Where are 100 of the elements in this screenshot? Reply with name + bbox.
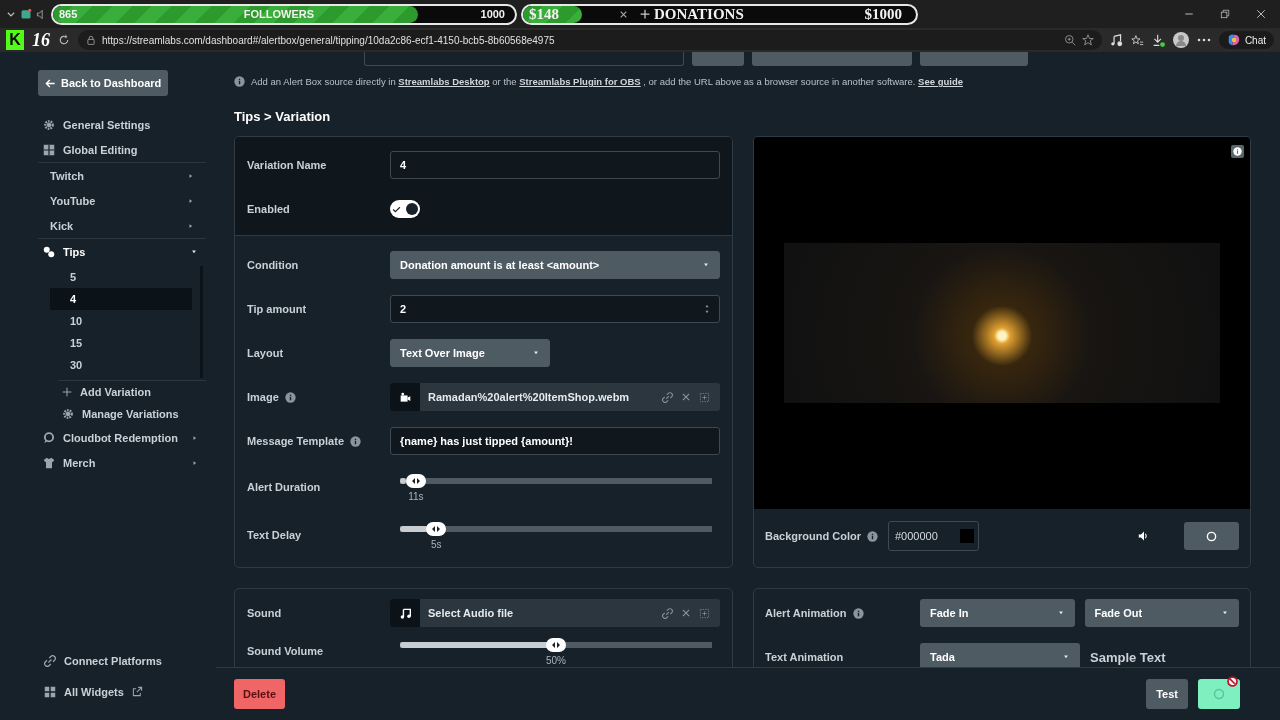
- color-field[interactable]: #000000: [887, 521, 979, 551]
- close-icon: [681, 392, 691, 402]
- chat-bubble-icon: [43, 431, 55, 444]
- circle-icon: [1206, 530, 1217, 542]
- sidebar-item[interactable]: YouTube: [38, 188, 198, 213]
- slider-handle[interactable]: [426, 522, 447, 536]
- chat-button[interactable]: Chat: [1218, 31, 1274, 49]
- text-link[interactable]: See guide: [918, 76, 963, 87]
- grid-select-icon: [699, 391, 710, 403]
- avatar-icon[interactable]: [1172, 32, 1189, 48]
- dropdown[interactable]: Donation amount is at least <amount>: [390, 251, 720, 279]
- url-field-edge[interactable]: [364, 52, 684, 66]
- field-label: Layout: [247, 347, 284, 359]
- field-label: Text Animation: [765, 651, 844, 663]
- close-icon: [681, 608, 691, 618]
- test-button[interactable]: Test: [1146, 679, 1188, 709]
- caret-down-icon: [190, 248, 198, 255]
- toggle-switch[interactable]: [390, 200, 420, 218]
- text-field[interactable]: {name} has just tipped {amount}!: [390, 427, 720, 455]
- coins-icon: [43, 245, 55, 258]
- color-swatch[interactable]: [959, 529, 974, 543]
- sidebar-item[interactable]: Kick: [38, 213, 198, 238]
- info-icon: [234, 76, 245, 87]
- slider-handle[interactable]: [405, 474, 426, 488]
- sidebar-link[interactable]: All Widgets: [44, 679, 204, 704]
- sidebar-item[interactable]: Global Editing: [38, 137, 198, 162]
- variation-item[interactable]: 4: [50, 288, 192, 310]
- copilot-icon: [1226, 33, 1241, 47]
- goal-current: 865: [59, 8, 78, 20]
- sidebar-link[interactable]: Connect Platforms: [44, 648, 204, 673]
- gear-icon: [43, 118, 55, 131]
- field-label: Alert Duration: [247, 481, 321, 493]
- goal-target: $1000: [864, 5, 902, 23]
- link-icon: [662, 607, 673, 619]
- sidebar-item[interactable]: Twitch: [38, 163, 198, 188]
- app-logo[interactable]: K: [6, 30, 24, 50]
- dropdown[interactable]: Text Over Image: [390, 339, 550, 367]
- breadcrumb: Tips > Variation: [234, 109, 332, 124]
- info-icon: [852, 607, 864, 619]
- field-label: Alert Animation: [765, 607, 847, 619]
- replay-button[interactable]: [1184, 522, 1239, 550]
- slider-value: 11s: [408, 491, 424, 502]
- goal-current: $148: [529, 5, 559, 23]
- text-link[interactable]: Streamlabs Desktop: [398, 76, 490, 87]
- sidebar-action[interactable]: Add Variation: [38, 381, 216, 403]
- slider-value: 5s: [431, 539, 442, 550]
- goal-target: 1000: [480, 8, 505, 20]
- tab-icon: [20, 8, 32, 20]
- blocked-cursor-icon: [1227, 676, 1238, 687]
- address-bar[interactable]: https://streamlabs.com/dashboard#/alertbox/general/tipping/10da2c86-ecf1-4150-bcb5-8b60568e4975: [78, 30, 1102, 50]
- music-note-icon: [399, 607, 411, 619]
- sidebar-item[interactable]: Tips: [38, 239, 198, 264]
- text-link[interactable]: Streamlabs Plugin for OBS: [519, 76, 641, 87]
- more-icon: [1196, 38, 1211, 42]
- variation-item[interactable]: 10: [50, 310, 192, 332]
- star-icon: [1081, 34, 1094, 46]
- sidebar-item[interactable]: Merch: [38, 450, 198, 475]
- variation-item[interactable]: 5: [50, 266, 192, 288]
- info-icon: [866, 530, 878, 542]
- delete-button[interactable]: Delete: [234, 679, 286, 709]
- info-icon: [1233, 147, 1242, 156]
- music-note-icon: [1109, 33, 1123, 47]
- video-camera-icon: [399, 391, 411, 403]
- variation-item[interactable]: 15: [50, 332, 192, 354]
- save-button[interactable]: [1198, 679, 1240, 709]
- favorites-icon: [1130, 33, 1144, 47]
- external-link-icon: [131, 686, 143, 697]
- field-label: Condition: [247, 259, 299, 271]
- chevron-down-icon: [6, 9, 16, 19]
- sidebar-item[interactable]: General Settings: [38, 112, 198, 137]
- grid-icon: [43, 143, 55, 156]
- dropdown[interactable]: Fade In: [920, 599, 1075, 627]
- link-icon: [662, 391, 673, 403]
- caret-down-icon: [702, 262, 710, 268]
- field-label: Background Color: [765, 530, 861, 542]
- dropdown[interactable]: Fade Out: [1084, 599, 1239, 627]
- plus-icon: [640, 9, 650, 19]
- sidebar-item[interactable]: Cloudbot Redemption: [38, 425, 198, 450]
- info-text: Add an Alert Box source directly in Streamlabs Desktop or the Streamlabs Plugin for OBS , or add the URL above as a browser source in another software. See guide: [251, 76, 963, 87]
- plus-icon: [62, 387, 72, 397]
- field-label: Variation Name: [247, 159, 327, 171]
- slider-handle[interactable]: [546, 638, 566, 652]
- text-field[interactable]: 4: [390, 151, 720, 179]
- caret-down-icon: [1062, 654, 1070, 660]
- refresh-icon: [58, 34, 70, 46]
- field-label: Sound Volume: [247, 645, 324, 657]
- field-label: Sound: [247, 607, 282, 619]
- close-icon: [619, 9, 628, 19]
- check-icon: [392, 204, 401, 214]
- count-label: 16: [32, 29, 50, 51]
- number-field[interactable]: 2: [390, 295, 720, 323]
- info-icon: [350, 435, 361, 447]
- back-button[interactable]: Back to Dashboard: [38, 70, 169, 96]
- grid-select-icon: [699, 607, 710, 619]
- caret-down-icon: [1221, 610, 1229, 616]
- link-icon: [44, 654, 56, 667]
- variation-item[interactable]: 30: [50, 354, 192, 376]
- t-shirt-icon: [43, 456, 55, 469]
- goal-label: FOLLOWERS: [243, 8, 315, 20]
- sidebar-action[interactable]: Manage Variations: [38, 403, 216, 425]
